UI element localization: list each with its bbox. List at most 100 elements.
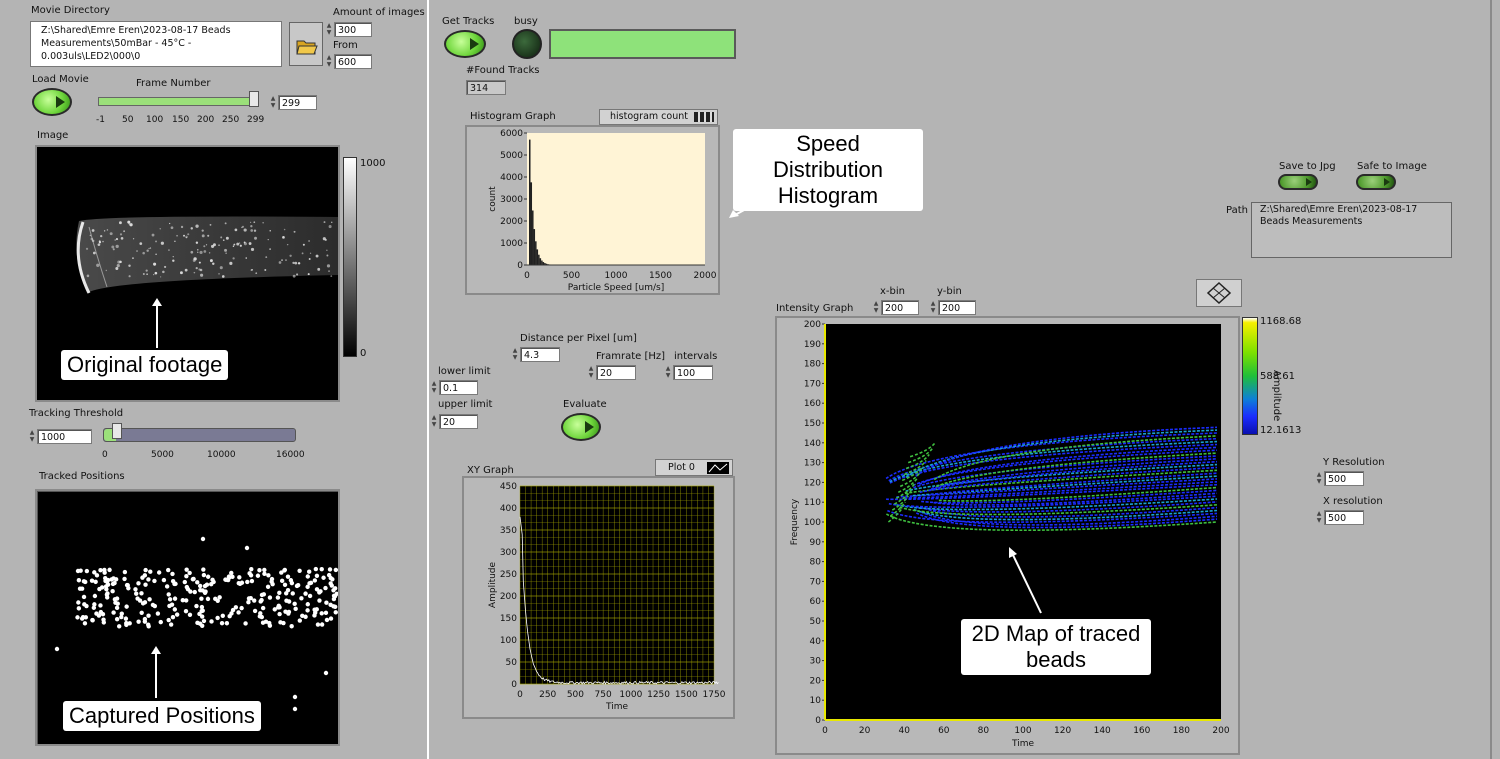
safe-image-button[interactable] [1356,174,1396,190]
graph-palette-button[interactable] [1196,279,1242,307]
movie-directory-field[interactable]: Z:\Shared\Emre Eren\2023-08-17 Beads Mea… [30,21,282,67]
tracked-particle [237,575,242,580]
threshold-spinner[interactable]: ▲ ▼ [28,429,36,444]
frame-slider-thumb[interactable] [249,91,259,107]
frame-number-label: Frame Number [136,78,211,89]
yres-spinner[interactable]: ▲ ▼ [1315,471,1323,486]
xy-legend[interactable]: Plot 0 [655,459,733,476]
frame-spinner[interactable]: ▲ ▼ [269,95,277,110]
footage-particle [253,229,257,232]
tracked-particle [213,596,218,602]
evaluate-button[interactable] [561,413,601,441]
tracked-particle [170,571,175,577]
xy-ytick: 150 [500,614,517,624]
tracked-particle [321,575,326,580]
intervals-spinner[interactable]: ▲ ▼ [664,365,672,380]
browse-folder-button[interactable] [289,22,323,66]
y-resolution-input[interactable]: 500 [1324,471,1364,486]
intensity-ytick: 150 [804,419,821,429]
x-bin-input[interactable]: 200 [881,300,919,315]
intervals-input[interactable]: 100 [673,365,713,380]
histogram-bar [533,229,536,265]
callout-original-footage: Original footage [61,350,229,380]
save-jpg-button[interactable] [1278,174,1318,190]
footage-particle [159,276,162,278]
framerate-input[interactable]: 20 [596,365,636,380]
threshold-slider-track[interactable] [103,428,296,442]
intensity-ytick: 140 [804,439,821,449]
upper-spinner[interactable]: ▲ ▼ [430,414,438,429]
threshold-slider-thumb[interactable] [112,423,122,439]
xres-spinner[interactable]: ▲ ▼ [1315,510,1323,525]
get-tracks-button[interactable] [444,30,486,58]
footage-particle [278,261,282,264]
threshold-tick: 10000 [207,450,236,460]
histogram-legend[interactable]: histogram count [599,109,718,125]
footage-particle [328,225,332,229]
footage-particle [255,272,258,274]
tracked-particle [115,601,120,606]
frame-slider-track[interactable] [98,97,258,106]
tracked-particle [198,587,203,593]
footage-particle [128,275,131,278]
tracked-positions-label: Tracked Positions [39,471,125,482]
intensity-ytick: 10 [810,696,822,706]
lower-limit-input[interactable]: 0.1 [439,380,478,395]
y-bin-input[interactable]: 200 [938,300,976,315]
footage-particle [115,238,119,241]
footage-particle [198,261,201,264]
tracked-particle [328,581,333,586]
tracked-particle [143,567,148,573]
xy-xtick: 0 [517,690,523,700]
footage-particle [155,240,157,243]
x-resolution-label: X resolution [1323,496,1383,507]
tracked-particle [266,573,271,578]
footage-particle [254,236,257,240]
tracked-particle [119,614,124,620]
x-resolution-input[interactable]: 500 [1324,510,1364,525]
tracked-particle [313,566,319,572]
footage-particle [220,236,223,239]
frame-tick: 100 [146,115,164,125]
footage-particle [209,223,212,226]
tracked-particle [248,595,253,601]
xbin-spinner[interactable]: ▲ ▼ [872,300,880,315]
tracked-particle [275,595,281,600]
tracked-particle [146,613,151,618]
tracked-particle [167,597,173,602]
ybin-spinner[interactable]: ▲ ▼ [929,300,937,315]
dpp-spinner[interactable]: ▲ ▼ [511,347,519,362]
tracking-threshold-input[interactable]: 1000 [37,429,92,444]
tracked-particle [292,601,297,607]
footage-particle [123,230,126,233]
evaluate-label: Evaluate [563,399,607,410]
distance-per-pixel-input[interactable]: 4.3 [520,347,560,362]
frame-tick: 250 [222,115,240,125]
frame-number-input[interactable]: 299 [278,95,317,110]
upper-limit-input[interactable]: 20 [439,414,478,429]
framerate-spinner[interactable]: ▲ ▼ [587,365,595,380]
footage-particle [212,262,215,265]
footage-particle [172,255,174,258]
lower-spinner[interactable]: ▲ ▼ [430,380,438,395]
footage-particle [153,262,157,266]
tracked-particle [243,621,248,626]
xy-ytick: 400 [500,504,517,514]
tracked-particle [219,620,225,626]
path-field[interactable]: Z:\Shared\Emre Eren\2023-08-17 Beads Mea… [1251,202,1452,258]
tracked-particle [229,611,234,616]
from-spinner[interactable]: ▲ ▼ [325,54,333,69]
tracked-particle [285,587,291,593]
y-resolution-label: Y Resolution [1323,457,1385,468]
right-edge [1490,0,1492,759]
intervals-label: intervals [674,351,718,362]
tracked-particle [114,605,120,611]
load-movie-button[interactable] [32,88,72,116]
frame-tick: 299 [247,115,265,125]
from-input[interactable]: 600 [334,54,372,69]
histogram-xtick: 2000 [694,271,717,281]
xy-ytick: 300 [500,548,517,558]
histogram-xtick: 500 [563,271,580,281]
amount-spinner[interactable]: ▲ ▼ [325,22,333,37]
amount-images-input[interactable]: 300 [334,22,372,37]
